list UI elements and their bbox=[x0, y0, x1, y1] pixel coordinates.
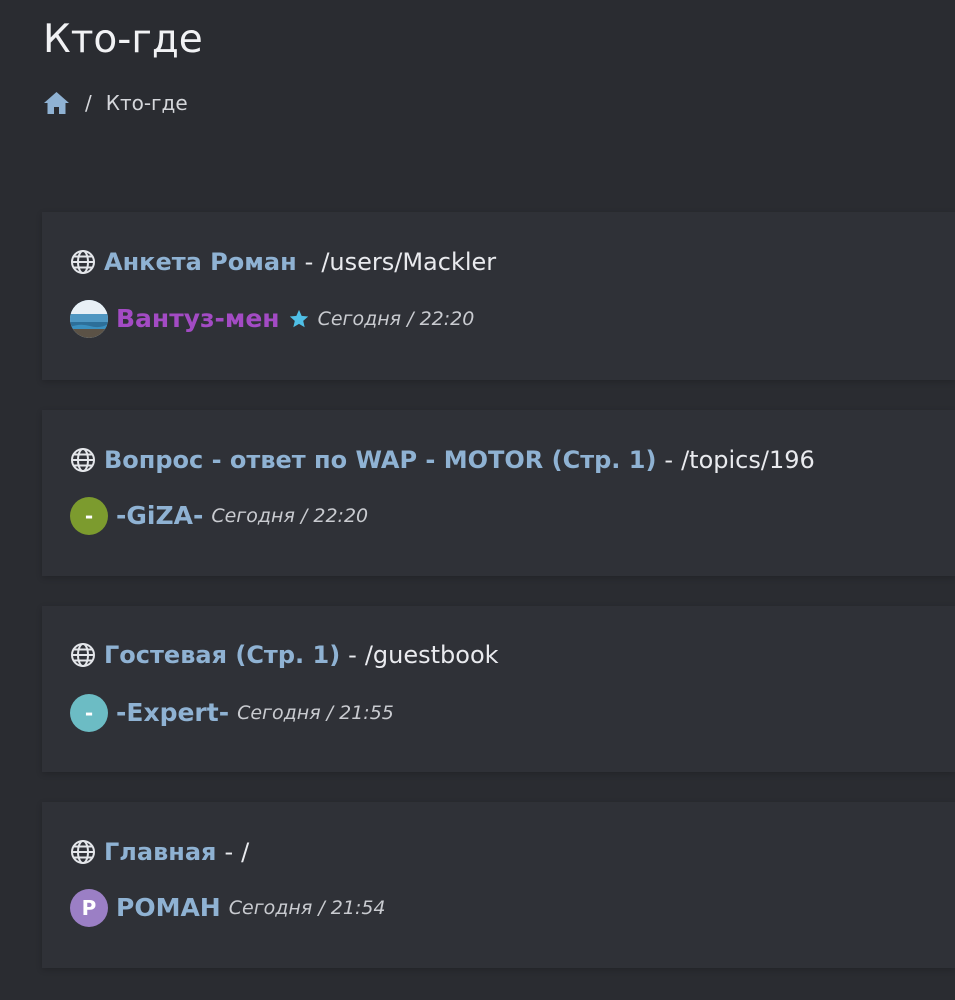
entry-location: Анкета Роман - /users/Mackler bbox=[70, 246, 496, 278]
path-separator: - bbox=[224, 838, 234, 866]
page-link[interactable]: Гостевая (Стр. 1) bbox=[104, 639, 340, 671]
entry-user: - -GiZA- Сегодня / 22:20 bbox=[70, 497, 368, 535]
globe-icon bbox=[70, 447, 96, 473]
avatar[interactable] bbox=[70, 300, 108, 338]
star-icon bbox=[288, 308, 310, 330]
globe-icon bbox=[70, 642, 96, 668]
page-path: /guestbook bbox=[364, 641, 499, 669]
entry-user: Вантуз-мен Сегодня / 22:20 bbox=[70, 300, 474, 338]
avatar[interactable]: Р bbox=[70, 889, 108, 927]
page-link[interactable]: Вопрос - ответ по WAP - MOTOR (Стр. 1) bbox=[104, 444, 656, 476]
avatar[interactable]: - bbox=[70, 694, 108, 732]
page-link[interactable]: Анкета Роман bbox=[104, 246, 297, 278]
globe-icon bbox=[70, 249, 96, 275]
home-icon[interactable] bbox=[42, 90, 70, 116]
page-path: /topics/196 bbox=[681, 446, 815, 474]
entry-location: Гостевая (Стр. 1) - /guestbook bbox=[70, 639, 499, 671]
timestamp: Сегодня / 22:20 bbox=[317, 308, 475, 330]
timestamp: Сегодня / 21:54 bbox=[228, 897, 386, 919]
entry-location: Вопрос - ответ по WAP - MOTOR (Стр. 1) -… bbox=[70, 444, 815, 476]
page-path: / bbox=[241, 838, 250, 866]
entry-location: Главная - / bbox=[70, 836, 249, 868]
entry-user: - -Expert- Сегодня / 21:55 bbox=[70, 694, 394, 732]
page: Кто-где / Кто-где Анкета Роман - /users/… bbox=[0, 0, 955, 1000]
list-item: Вопрос - ответ по WAP - MOTOR (Стр. 1) -… bbox=[42, 410, 955, 576]
page-path: /users/Mackler bbox=[321, 248, 497, 276]
list-item: Анкета Роман - /users/Mackler Вантуз-мен bbox=[42, 212, 955, 380]
globe-icon bbox=[70, 839, 96, 865]
timestamp: Сегодня / 22:20 bbox=[211, 505, 369, 527]
avatar[interactable]: - bbox=[70, 497, 108, 535]
path-separator: - bbox=[304, 248, 314, 276]
breadcrumb-separator: / bbox=[85, 91, 92, 115]
user-link[interactable]: -GiZA- bbox=[116, 500, 203, 532]
user-link[interactable]: -Expert- bbox=[116, 697, 229, 729]
user-link[interactable]: РОМАН bbox=[116, 892, 221, 924]
page-link[interactable]: Главная bbox=[104, 836, 216, 868]
page-title: Кто-где bbox=[43, 17, 203, 62]
breadcrumb-current: Кто-где bbox=[105, 91, 188, 115]
list-item: Главная - / Р РОМАН Сегодня / 21:54 bbox=[42, 802, 955, 968]
list-item: Гостевая (Стр. 1) - /guestbook - -Expert… bbox=[42, 606, 955, 772]
timestamp: Сегодня / 21:55 bbox=[237, 702, 394, 724]
breadcrumb: / Кто-где bbox=[42, 88, 188, 118]
path-separator: - bbox=[664, 446, 674, 474]
user-link[interactable]: Вантуз-мен bbox=[116, 303, 280, 335]
entry-user: Р РОМАН Сегодня / 21:54 bbox=[70, 889, 386, 927]
path-separator: - bbox=[348, 641, 357, 669]
